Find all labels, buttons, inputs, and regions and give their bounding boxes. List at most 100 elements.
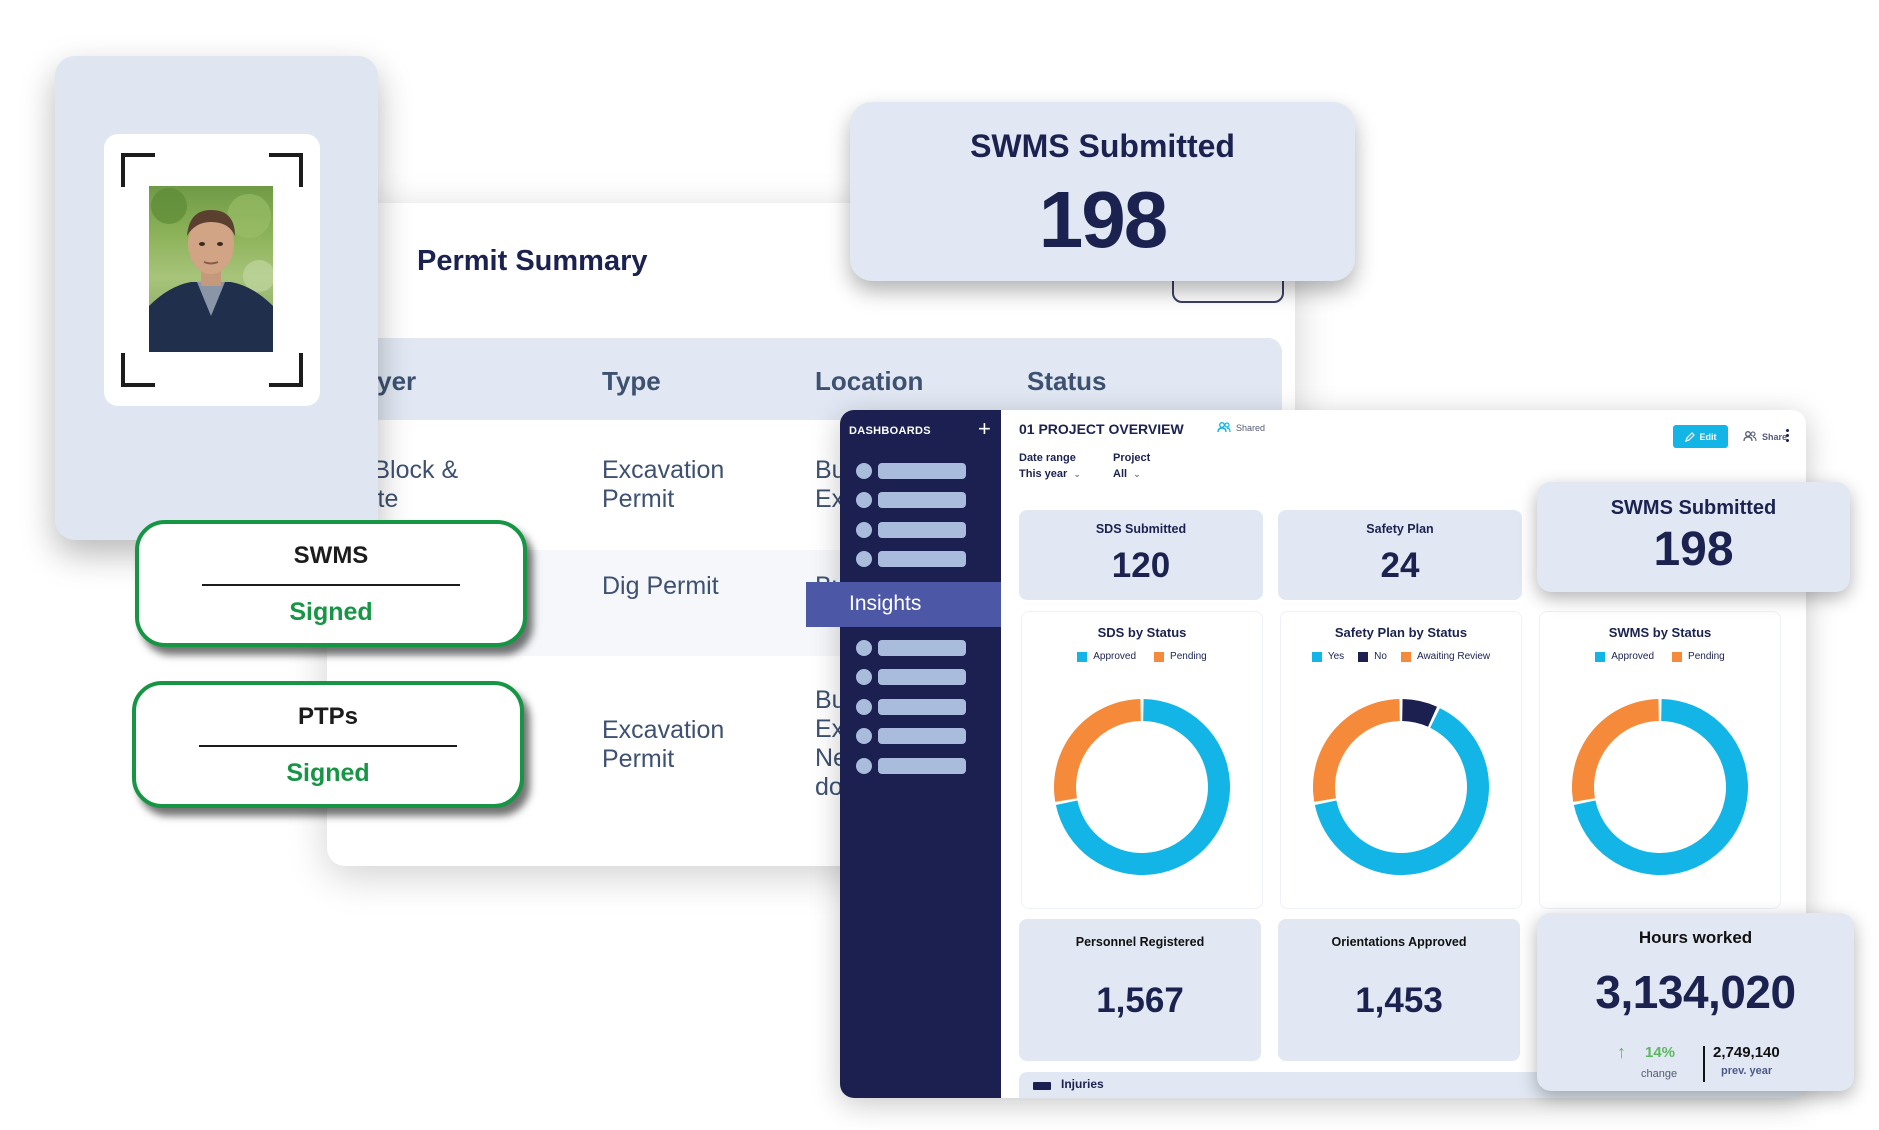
kpi-value: 3,134,020 [1595, 966, 1796, 1018]
dot-icon [856, 699, 872, 715]
sidebar-item[interactable] [856, 699, 970, 715]
kpi-label: SWMS Submitted [970, 128, 1235, 164]
placeholder-label [878, 640, 966, 656]
dot-icon [856, 640, 872, 656]
donut-chart [1572, 699, 1748, 875]
ptps-signed-badge: PTPs Signed [132, 681, 524, 808]
legend-item: Approved [1595, 651, 1654, 662]
dot-icon [856, 463, 872, 479]
dot-icon [856, 522, 872, 538]
kpi-safety-plan: Safety Plan 24 [1278, 510, 1522, 600]
legend-item: No [1358, 651, 1387, 662]
filter-value: This year [1019, 468, 1068, 480]
badge-status: Signed [289, 598, 373, 626]
donut-chart [1313, 699, 1489, 875]
kpi-value: 198 [1038, 175, 1168, 264]
dashboards-sidebar: DASHBOARDS + [840, 410, 1001, 1098]
edit-button[interactable]: Edit [1673, 425, 1728, 448]
more-options-icon[interactable] [1781, 424, 1793, 446]
add-dashboard-icon[interactable]: + [978, 418, 991, 440]
chart-legend: Approved Pending [1540, 651, 1780, 662]
prev-caption: prev. year [1721, 1065, 1773, 1077]
shared-indicator[interactable]: Shared [1217, 422, 1265, 433]
arrow-up-icon: ↑ [1617, 1042, 1626, 1062]
donut-slice-awaiting-review[interactable] [1313, 699, 1400, 802]
kpi-value: 1,453 [1355, 981, 1443, 1020]
swms-submitted-card-large: SWMS Submitted 198 [850, 102, 1355, 281]
previous-year: 2,749,140 prev. year [1713, 1044, 1780, 1077]
chevron-down-icon: ⌄ [1073, 469, 1081, 479]
kpi-value: 1,567 [1096, 981, 1184, 1020]
project-filter[interactable]: Project All ⌄ [1113, 452, 1150, 480]
table-icon [1033, 1082, 1051, 1090]
donut-slice-pending[interactable] [1054, 699, 1141, 802]
kpi-value: 24 [1380, 546, 1420, 585]
dot-icon [856, 551, 872, 567]
donut-slice-no[interactable] [1402, 699, 1438, 727]
scan-corner-icon [269, 153, 303, 187]
prev-value: 2,749,140 [1713, 1044, 1780, 1061]
sidebar-item[interactable] [856, 551, 970, 567]
sidebar-item[interactable] [856, 492, 970, 508]
placeholder-label [878, 463, 966, 479]
sidebar-item[interactable] [856, 640, 970, 656]
chart-legend: Yes No Awaiting Review [1281, 651, 1521, 662]
chart-title: Safety Plan by Status [1334, 625, 1468, 640]
sidebar-item[interactable] [856, 463, 970, 479]
kpi-label: Safety Plan [1366, 522, 1434, 536]
chart-safety-plan-by-status: Safety Plan by Status Yes No Awaiting Re… [1280, 611, 1522, 909]
permit-table-header: mployer Type Location Status [327, 338, 1282, 420]
dot-icon [856, 669, 872, 685]
column-header-status[interactable]: Status [1027, 366, 1106, 397]
sidebar-item[interactable] [856, 669, 970, 685]
badge-divider [199, 745, 457, 747]
sidebar-item-insights[interactable]: Insights [806, 582, 1001, 627]
badge-title: PTPs [297, 703, 359, 730]
filter-value: All [1113, 468, 1128, 480]
chart-swms-by-status: SWMS by Status Approved Pending [1539, 611, 1781, 909]
scan-corner-icon [121, 353, 155, 387]
sidebar-item[interactable] [856, 728, 970, 744]
column-header-location[interactable]: Location [815, 366, 923, 397]
filter-label: Project [1113, 452, 1151, 464]
change-value: 14% [1645, 1044, 1676, 1061]
edit-label: Edit [1699, 431, 1717, 442]
scan-corner-icon [269, 353, 303, 387]
chart-sds-by-status: SDS by Status Approved Pending [1021, 611, 1263, 909]
cell-type: Excavation Permit [602, 716, 725, 773]
placeholder-label [878, 728, 966, 744]
change-caption: change [1641, 1068, 1678, 1080]
chart-title: SDS by Status [1097, 625, 1187, 640]
cell-type: Dig Permit [602, 572, 719, 600]
kpi-value: 198 [1653, 523, 1734, 576]
sidebar-item[interactable] [856, 758, 970, 774]
kpi-label: SDS Submitted [1095, 522, 1187, 536]
shared-label: Shared [1236, 422, 1266, 433]
kpi-label: Hours worked [1638, 928, 1753, 947]
sidebar-item[interactable] [856, 522, 970, 538]
legend-item: Awaiting Review [1400, 651, 1490, 662]
injuries-label: Injuries [1061, 1077, 1104, 1091]
placeholder-label [878, 669, 966, 685]
divider [1703, 1046, 1705, 1082]
kpi-value: 120 [1111, 546, 1171, 585]
donut-slice-pending[interactable] [1572, 699, 1659, 802]
placeholder-label [878, 522, 966, 538]
placeholder-label [878, 492, 966, 508]
kpi-sds-submitted: SDS Submitted 120 [1019, 510, 1263, 600]
column-header-type[interactable]: Type [602, 366, 661, 397]
filter-label: Date range [1019, 452, 1076, 464]
sidebar-title: DASHBOARDS [849, 425, 931, 437]
legend-item: Pending [1672, 651, 1725, 662]
dot-icon [856, 758, 872, 774]
permit-summary-title: Permit Summary [417, 245, 648, 277]
placeholder-label [878, 551, 966, 567]
kpi-swms-submitted: SWMS Submitted 198 [1537, 482, 1850, 592]
users-icon [1743, 431, 1757, 442]
worker-photo [149, 186, 273, 352]
dashboard-title: 01 PROJECT OVERVIEW [1019, 421, 1184, 437]
worker-id-card [55, 56, 378, 540]
chart-title: SWMS by Status [1608, 625, 1712, 640]
date-range-filter[interactable]: Date range This year ⌄ [1019, 452, 1081, 480]
legend-item: Pending [1154, 651, 1207, 662]
